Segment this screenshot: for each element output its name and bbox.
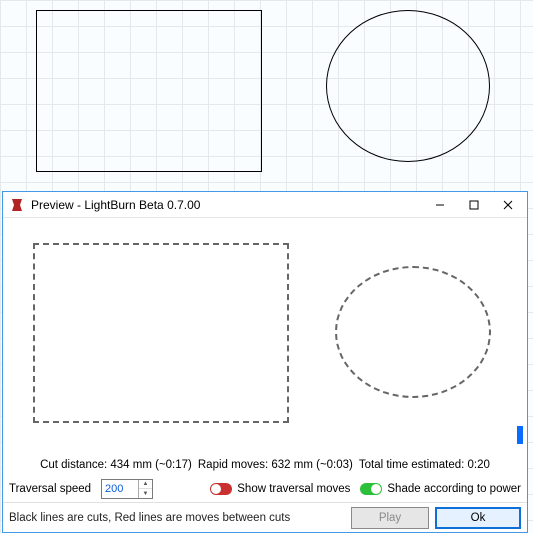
toggle-icon bbox=[210, 483, 232, 495]
window-buttons bbox=[423, 194, 525, 216]
rapid-moves: Rapid moves: 632 mm (~0:03) bbox=[198, 459, 353, 471]
window-title: Preview - LightBurn Beta 0.7.00 bbox=[31, 198, 423, 212]
stats-row: Cut distance: 434 mm (~0:17) Rapid moves… bbox=[3, 454, 527, 476]
titlebar[interactable]: Preview - LightBurn Beta 0.7.00 bbox=[3, 192, 527, 218]
spinner-up[interactable]: ▲ bbox=[139, 480, 152, 489]
traversal-speed-input[interactable] bbox=[102, 480, 138, 498]
spinner-down[interactable]: ▼ bbox=[139, 489, 152, 498]
total-time: Total time estimated: 0:20 bbox=[359, 459, 490, 471]
minimize-button[interactable] bbox=[423, 194, 457, 216]
scroll-indicator[interactable] bbox=[517, 426, 523, 444]
maximize-button[interactable] bbox=[457, 194, 491, 216]
preview-rectangle bbox=[33, 243, 289, 423]
controls-row: Traversal speed ▲ ▼ Show traversal moves… bbox=[3, 476, 527, 502]
preview-ellipse bbox=[335, 266, 491, 398]
toggle-icon bbox=[360, 483, 382, 495]
traversal-speed-label: Traversal speed bbox=[9, 483, 91, 495]
app-icon bbox=[9, 197, 25, 213]
shade-power-toggle[interactable]: Shade according to power bbox=[360, 483, 521, 495]
show-traversal-label: Show traversal moves bbox=[237, 483, 350, 495]
shade-power-label: Shade according to power bbox=[387, 483, 521, 495]
traversal-speed-spinner[interactable]: ▲ ▼ bbox=[101, 479, 153, 499]
preview-canvas[interactable] bbox=[3, 218, 527, 454]
play-button[interactable]: Play bbox=[351, 507, 429, 529]
show-traversal-toggle[interactable]: Show traversal moves bbox=[210, 483, 350, 495]
close-button[interactable] bbox=[491, 194, 525, 216]
preview-window: Preview - LightBurn Beta 0.7.00 Cut dist… bbox=[2, 191, 528, 533]
ok-button[interactable]: Ok bbox=[435, 507, 521, 529]
cut-distance: Cut distance: 434 mm (~0:17) bbox=[40, 459, 192, 471]
footer-row: Black lines are cuts, Red lines are move… bbox=[3, 502, 527, 532]
legend-hint: Black lines are cuts, Red lines are move… bbox=[9, 512, 345, 524]
